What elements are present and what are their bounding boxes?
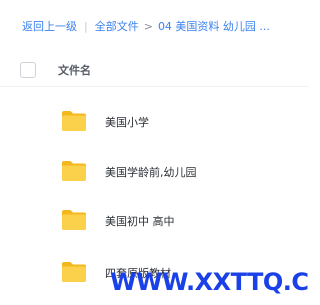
- list-item[interactable]: 美国初中 高中: [0, 196, 309, 246]
- folder-icon: [62, 161, 86, 181]
- breadcrumb-divider: |: [84, 19, 88, 33]
- select-all-checkbox[interactable]: [20, 62, 36, 78]
- folder-icon: [62, 111, 86, 131]
- folder-icon: [62, 262, 86, 282]
- list-item[interactable]: 美国小学: [0, 97, 309, 147]
- list-header: 文件名: [0, 54, 309, 87]
- current-folder-link[interactable]: 04 美国资料 幼儿园 ...: [158, 18, 270, 34]
- list-item[interactable]: 美国学龄前,幼儿园: [0, 147, 309, 197]
- folder-icon: [62, 210, 86, 230]
- back-link[interactable]: 返回上一级: [22, 18, 77, 34]
- all-files-link[interactable]: 全部文件: [95, 18, 139, 34]
- name-column-header[interactable]: 文件名: [58, 62, 91, 78]
- file-name[interactable]: 美国学龄前,幼儿园: [105, 164, 197, 180]
- chevron-right-icon: >: [143, 19, 153, 33]
- file-name[interactable]: 美国小学: [105, 114, 149, 130]
- breadcrumb: 返回上一级 | 全部文件 > 04 美国资料 幼儿园 ...: [22, 17, 270, 35]
- watermark: WWW.XXTTQ.COM: [110, 268, 309, 296]
- file-browser: 返回上一级 | 全部文件 > 04 美国资料 幼儿园 ... 文件名 美国小学 …: [0, 0, 309, 305]
- file-name[interactable]: 美国初中 高中: [105, 213, 175, 229]
